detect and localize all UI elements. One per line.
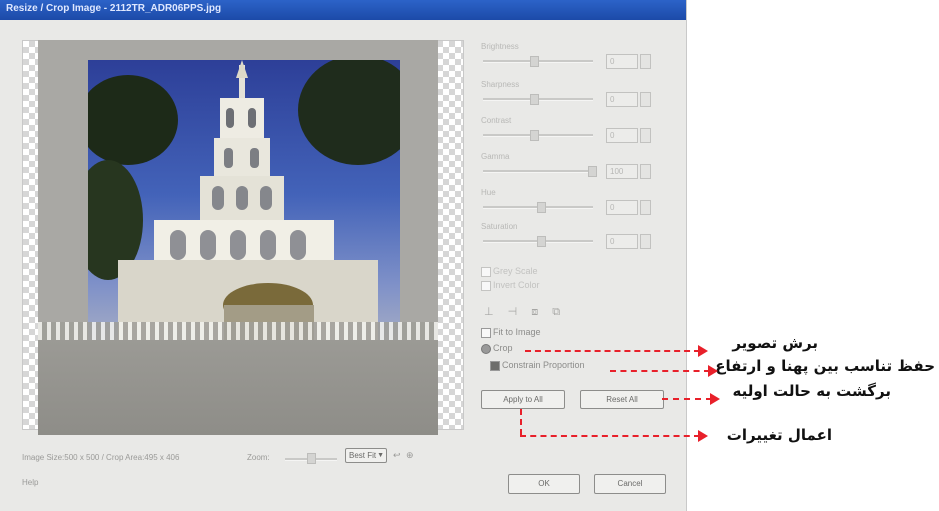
flip-horizontal-icon[interactable]: ⧈ [531,306,552,318]
radio-icon [481,327,491,338]
spin-icon[interactable] [640,54,651,69]
contrast-value[interactable]: 0 [606,128,638,143]
slider-thumb[interactable] [588,166,597,177]
invert-color-checkbox[interactable]: Invert Color [481,280,540,291]
checkbox-icon [481,280,491,291]
saturation-value[interactable]: 0 [606,234,638,249]
spin-icon[interactable] [640,128,651,143]
annotation-arrow-line [662,398,712,400]
zoom-label: Zoom: [247,453,270,462]
reset-all-button[interactable]: Reset All [580,390,664,409]
church-illustration [88,60,400,360]
help-link[interactable]: Help [22,478,38,487]
gamma-value[interactable]: 100 [606,164,638,179]
image-size-status: Image Size:500 x 500 / Crop Area:495 x 4… [22,453,180,462]
radio-selected-icon [481,343,491,354]
cancel-button[interactable]: Cancel [594,474,666,494]
window-title: Resize / Crop Image - 2112TR_ADR06PPS.jp… [6,3,222,14]
photo-foreground [38,340,438,435]
apply-to-all-button[interactable]: Apply to All [481,390,565,409]
arrow-right-icon [710,393,720,405]
slider-thumb[interactable] [530,130,539,141]
slider-label: Brightness [481,42,519,51]
annotation-arrow-line [520,435,700,437]
slider-label: Hue [481,188,496,197]
slider-label: Sharpness [481,80,520,89]
title-bar: Resize / Crop Image - 2112TR_ADR06PPS.jp… [0,0,686,20]
slider-label: Contrast [481,116,512,125]
church-photo [88,60,400,360]
annotation-reset: برگشت به حالت اولیه [732,382,892,400]
grey-scale-checkbox[interactable]: Grey Scale [481,266,538,277]
slider-label: Saturation [481,222,518,231]
slider-thumb[interactable] [537,236,546,247]
rotate-right-icon[interactable]: ⊣ [508,306,532,318]
zoom-slider-thumb[interactable] [307,453,316,464]
annotation-arrow-line [525,350,700,352]
checkbox-icon [481,266,491,277]
arrow-right-icon [708,365,718,377]
annotation-arrow-line [520,409,522,435]
annotation-apply: اعمال تغییرات [726,426,832,444]
checkbox-checked-icon [490,360,500,371]
zoom-select[interactable]: Best Fit ▼ [345,448,387,463]
spin-icon[interactable] [640,164,651,179]
transform-icons[interactable]: ⊥⊣⧈⧉ [484,305,574,319]
image-preview[interactable] [38,40,438,435]
slider-thumb[interactable] [530,56,539,67]
sharpness-value[interactable]: 0 [606,92,638,107]
annotation-proportion: حفظ تناسب بین پهنا و ارتفاع [715,357,935,375]
chevron-down-icon: ▼ [377,452,384,459]
gamma-slider[interactable] [483,170,593,173]
spin-icon[interactable] [640,234,651,249]
annotation-crop: برش تصویر [732,334,818,352]
arrow-right-icon [698,345,708,357]
slider-thumb[interactable] [537,202,546,213]
zoom-in-icon[interactable]: ⊕ [406,450,414,461]
ok-button[interactable]: OK [508,474,580,494]
flip-vertical-icon[interactable]: ⧉ [552,306,574,318]
slider-thumb[interactable] [530,94,539,105]
slider-label: Gamma [481,152,510,161]
brightness-value[interactable]: 0 [606,54,638,69]
spin-icon[interactable] [640,92,651,107]
spin-icon[interactable] [640,200,651,215]
annotation-arrow-line [610,370,710,372]
crop-radio[interactable]: Crop [481,343,513,354]
hue-value[interactable]: 0 [606,200,638,215]
constrain-proportion-checkbox[interactable]: Constrain Proportion [490,360,585,371]
arrow-right-icon [698,430,708,442]
rotate-left-icon[interactable]: ⊥ [484,306,508,318]
zoom-out-icon[interactable]: ↩ [393,450,401,461]
fit-to-image-radio[interactable]: Fit to Image [481,327,541,338]
